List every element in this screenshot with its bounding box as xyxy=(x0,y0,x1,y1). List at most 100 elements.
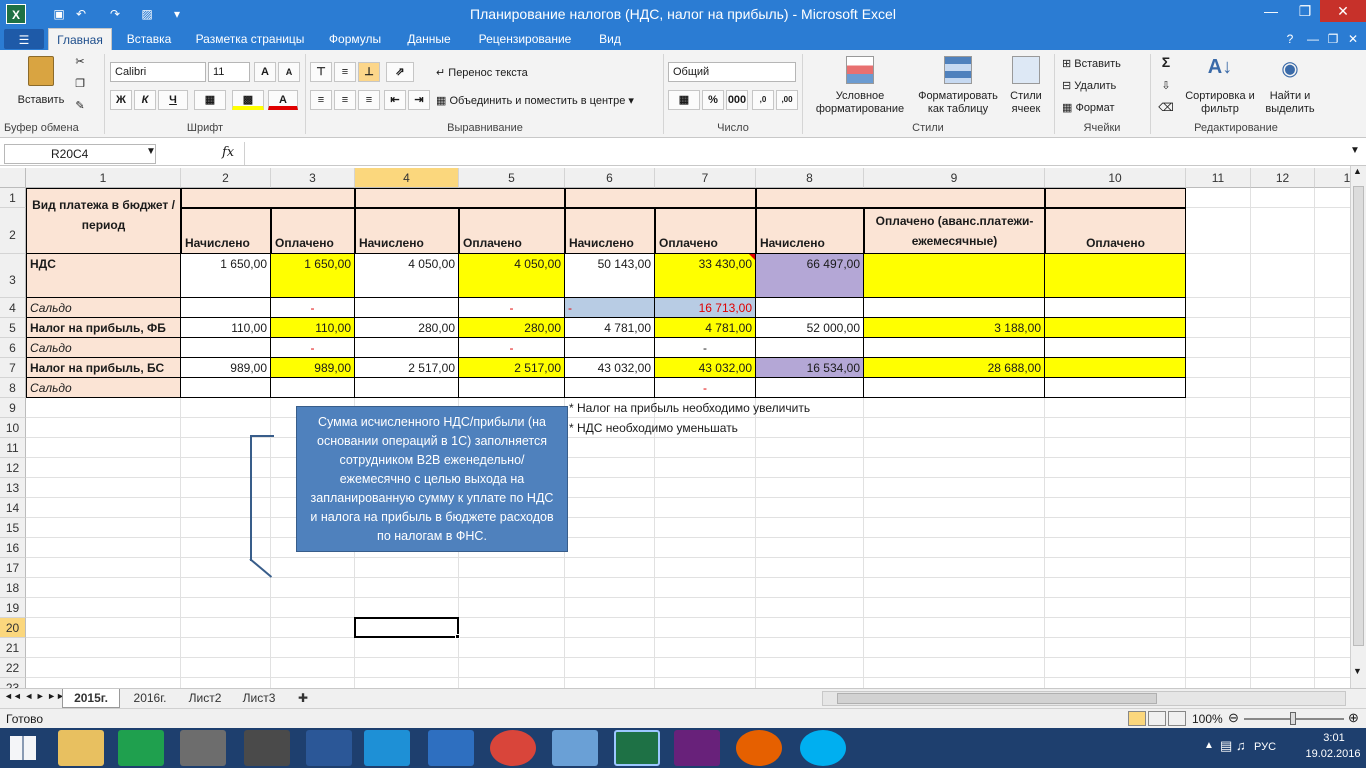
row-header[interactable]: 17 xyxy=(0,558,26,578)
printer-icon[interactable] xyxy=(244,730,290,766)
value-cell[interactable] xyxy=(1045,318,1186,338)
format-painter-icon[interactable]: ✎ xyxy=(72,100,88,113)
scroll-down-icon[interactable]: ▼ xyxy=(1353,666,1362,676)
value-cell[interactable]: 4 781,00 xyxy=(655,318,756,338)
value-cell[interactable] xyxy=(459,378,565,398)
header-oplacheno[interactable]: Оплачено xyxy=(459,208,565,254)
value-cell[interactable]: 280,00 xyxy=(459,318,565,338)
thousands-button[interactable]: 000 xyxy=(726,90,748,110)
note-1[interactable]: * Налог на прибыль необходимо увеличить xyxy=(565,398,864,418)
clock-time[interactable]: 3:01 xyxy=(1306,732,1362,744)
value-cell[interactable]: 43 032,00 xyxy=(655,358,756,378)
value-cell[interactable]: 28 688,00 xyxy=(864,358,1045,378)
value-cell[interactable]: 280,00 xyxy=(355,318,459,338)
value-cell[interactable]: 4 050,00 xyxy=(355,254,459,298)
bold-button[interactable]: Ж xyxy=(110,90,132,110)
value-cell[interactable] xyxy=(181,298,271,318)
cut-icon[interactable]: ✂ xyxy=(72,56,88,69)
value-cell[interactable] xyxy=(1045,378,1186,398)
close-button[interactable]: ✕ xyxy=(1320,0,1366,22)
row-header[interactable]: 9 xyxy=(0,398,26,418)
sort-filter-button[interactable]: A↓ Сортировка и фильтр xyxy=(1184,54,1256,118)
fill-icon[interactable]: ⇩ xyxy=(1156,80,1176,93)
value-cell[interactable] xyxy=(565,378,655,398)
formula-input[interactable] xyxy=(244,142,1350,165)
row-header[interactable]: 2 xyxy=(0,208,26,254)
row-header[interactable]: 7 xyxy=(0,358,26,378)
clock-date[interactable]: 19.02.2016 xyxy=(1300,748,1366,760)
tab-view[interactable]: Вид xyxy=(590,28,630,50)
underline-button[interactable]: Ч xyxy=(158,90,188,110)
workbook-close-icon[interactable]: ✕ xyxy=(1344,28,1362,50)
increase-indent-button[interactable]: ⇥ xyxy=(408,90,430,110)
note-2[interactable]: * НДС необходимо уменьшать xyxy=(565,418,864,438)
chrome-icon[interactable] xyxy=(490,730,536,766)
value-cell[interactable] xyxy=(864,254,1045,298)
format-as-table-button[interactable]: Форматировать как таблицу xyxy=(914,54,1002,118)
row-label-row4[interactable]: НДС xyxy=(26,254,181,298)
align-top-button[interactable]: ⊤ xyxy=(310,62,332,82)
tab-insert[interactable]: Вставка xyxy=(118,28,180,50)
file-button[interactable]: ☰ xyxy=(4,29,44,49)
row-header[interactable]: 5 xyxy=(0,318,26,338)
internet-explorer-icon[interactable] xyxy=(364,730,410,766)
value-cell[interactable] xyxy=(1045,298,1186,318)
row-label-row8[interactable]: Налог на прибыль, БС xyxy=(26,358,181,378)
header-quarter-3[interactable]: 3 квартал 15 xyxy=(565,188,756,208)
row-header[interactable]: 3 xyxy=(0,254,26,298)
conditional-format-button[interactable]: Условное форматирование xyxy=(808,54,912,118)
delete-cells-button[interactable]: ⊟ Удалить xyxy=(1062,80,1146,93)
header-quarter-1[interactable]: 1 квартал 15 xyxy=(181,188,355,208)
language-indicator[interactable]: РУС xyxy=(1254,741,1276,753)
header-nachisleno[interactable]: Начислено xyxy=(181,208,271,254)
row-label-row7[interactable]: Сальдо xyxy=(26,338,181,358)
store-icon[interactable] xyxy=(118,730,164,766)
value-cell[interactable] xyxy=(864,378,1045,398)
volume-icon[interactable]: ♫ xyxy=(1236,738,1246,753)
row-header[interactable]: 6 xyxy=(0,338,26,358)
header-quarter-2[interactable]: 2 квартал 15 xyxy=(355,188,565,208)
cell-styles-button[interactable]: Стили ячеек xyxy=(1004,54,1048,118)
row-header[interactable]: 16 xyxy=(0,538,26,558)
zoom-level[interactable]: 100% xyxy=(1192,712,1223,726)
percent-button[interactable]: % xyxy=(702,90,724,110)
ribbon-restore-icon[interactable]: ❐ xyxy=(1324,28,1342,50)
header-oplacheno[interactable]: Оплачено xyxy=(1045,208,1186,254)
value-cell[interactable]: - xyxy=(459,298,565,318)
column-header[interactable]: 10 xyxy=(1045,168,1186,188)
comment-callout[interactable]: Сумма исчисленного НДС/прибыли (на основ… xyxy=(296,406,568,552)
align-left-button[interactable]: ≡ xyxy=(310,90,332,110)
column-header[interactable]: 1 xyxy=(1315,168,1350,188)
column-header[interactable]: 1 xyxy=(26,168,181,188)
normal-view-icon[interactable] xyxy=(1128,711,1146,726)
header-oplacheno[interactable]: Оплачено xyxy=(271,208,355,254)
first-sheet-icon[interactable]: ◄◄ ◄ ► ►► xyxy=(4,691,65,701)
tab-formulas[interactable]: Формулы xyxy=(322,28,388,50)
row-header[interactable]: 11 xyxy=(0,438,26,458)
value-cell[interactable]: - xyxy=(459,338,565,358)
value-cell[interactable]: 4 050,00 xyxy=(459,254,565,298)
new-sheet-icon[interactable]: ✚ xyxy=(290,689,316,708)
row-header[interactable]: 18 xyxy=(0,578,26,598)
row-header[interactable]: 13 xyxy=(0,478,26,498)
column-header[interactable]: 3 xyxy=(271,168,355,188)
header-empty[interactable] xyxy=(1045,188,1186,208)
tab-review[interactable]: Рецензирование xyxy=(472,28,578,50)
insert-cells-button[interactable]: ⊞ Вставить xyxy=(1062,58,1146,71)
sheet-tab-2016[interactable]: 2016г. xyxy=(124,689,176,708)
value-cell[interactable]: 1 650,00 xyxy=(181,254,271,298)
network-icon[interactable]: ▤ xyxy=(1220,738,1232,754)
select-all-corner[interactable] xyxy=(0,168,26,188)
value-cell[interactable]: 33 430,00 xyxy=(655,254,756,298)
tab-home[interactable]: Главная xyxy=(48,28,112,50)
column-header[interactable]: 7 xyxy=(655,168,756,188)
scroll-thumb[interactable] xyxy=(1353,186,1364,646)
increase-decimal-button[interactable]: ,0 xyxy=(752,90,774,110)
row-header[interactable]: 22 xyxy=(0,658,26,678)
value-cell[interactable] xyxy=(864,298,1045,318)
tab-page-layout[interactable]: Разметка страницы xyxy=(190,28,310,50)
chevron-down-icon[interactable]: ▼ xyxy=(146,146,156,157)
header-oplacheno_avans[interactable]: Оплачено (аванс.платежи-ежемесячные) xyxy=(864,208,1045,254)
help-icon[interactable]: ? xyxy=(1280,28,1300,50)
value-cell[interactable]: 989,00 xyxy=(271,358,355,378)
